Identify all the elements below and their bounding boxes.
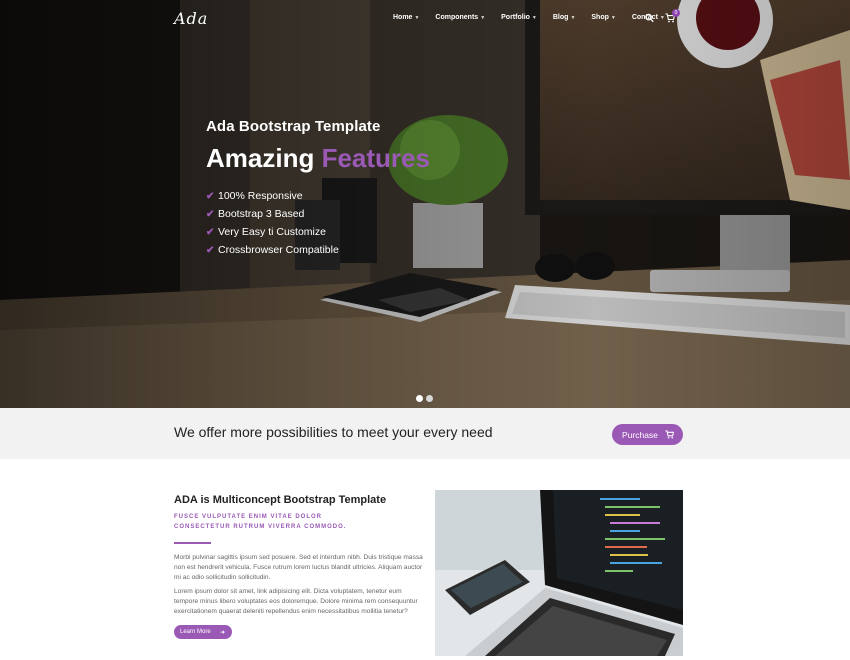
search-icon[interactable] — [645, 13, 654, 23]
main-menu: Home ▼ Components ▼ Portfolio ▼ Blog ▼ Shop ▼… — [393, 14, 681, 21]
hero-title-accent: Features — [321, 143, 430, 173]
laptop-code-image — [435, 490, 683, 656]
menu-item-label: Components — [435, 14, 479, 21]
feature-item: ✔ Very Easy ti Customize — [206, 223, 430, 241]
section-tagline: FUSCE VULPUTATE ENIM VITAE DOLOR CONSECT… — [174, 512, 424, 532]
call-to-action-band: We offer more possibilities to meet your… — [0, 408, 850, 459]
chevron-down-icon: ▼ — [610, 14, 616, 21]
section-title: ADA is Multiconcept Bootstrap Template — [174, 494, 387, 506]
paragraph: Morbi pulvinar sagittis ipsum sed posuer… — [174, 554, 423, 581]
chevron-down-icon: ▼ — [414, 14, 420, 21]
check-icon: ✔ — [206, 226, 215, 238]
hero-title-main: Amazing — [206, 143, 315, 173]
learn-more-label: Learn More — [180, 629, 211, 635]
hero-title: Amazing Features — [206, 143, 430, 174]
hero-subtitle: Ada Bootstrap Template — [206, 118, 381, 135]
feature-item: ✔ Bootstrap 3 Based — [206, 205, 430, 223]
menu-item-label: Portfolio — [501, 14, 530, 21]
top-navbar: Ada Home ▼ Components ▼ Portfolio ▼ Blog ▼ S… — [0, 0, 850, 38]
feature-item: ✔ 100% Responsive — [206, 187, 430, 205]
feature-item: ✔ Crossbrowser Compatible — [206, 241, 430, 259]
check-icon: ✔ — [206, 244, 215, 256]
menu-item-portfolio[interactable]: Portfolio ▼ — [501, 14, 537, 21]
menu-item-label: Blog — [552, 14, 569, 21]
menu-item-shop[interactable]: Shop ▼ — [591, 14, 615, 21]
menu-item-label: Shop — [591, 14, 609, 21]
slider-dot-2[interactable] — [426, 395, 433, 402]
arrow-right-icon: ➜ — [219, 629, 225, 636]
divider — [174, 542, 211, 544]
feature-label: Bootstrap 3 Based — [218, 208, 305, 220]
paragraph: Lorem ipsum dolor sit amet, link adipisi… — [174, 588, 418, 615]
feature-label: Very Easy ti Customize — [218, 226, 326, 238]
menu-item-components[interactable]: Components ▼ — [435, 14, 485, 21]
hero-slider: Ada Home ▼ Components ▼ Portfolio ▼ Blog ▼ S… — [0, 0, 850, 408]
feature-label: 100% Responsive — [218, 190, 303, 202]
check-icon: ✔ — [206, 190, 215, 202]
chevron-down-icon: ▼ — [531, 14, 537, 21]
slider-dot-1[interactable] — [416, 395, 423, 402]
intro-section: ADA is Multiconcept Bootstrap Template F… — [174, 494, 424, 639]
check-icon: ✔ — [206, 208, 215, 220]
purchase-button[interactable]: Purchase — [612, 424, 683, 445]
cart-count-badge: 0 — [672, 9, 680, 17]
cta-text: We offer more possibilities to meet your… — [174, 424, 493, 440]
feature-list: ✔ 100% Responsive ✔ Bootstrap 3 Based ✔ Ver… — [206, 187, 430, 259]
menu-item-home[interactable]: Home ▼ — [393, 14, 419, 21]
hero-caption: Ada Bootstrap Template Amazing Features … — [206, 118, 430, 259]
menu-item-blog[interactable]: Blog ▼ — [553, 14, 576, 21]
cart-icon — [665, 430, 674, 439]
chevron-down-icon: ▼ — [570, 14, 576, 21]
learn-more-button[interactable]: Learn More ➜ — [174, 625, 232, 639]
logo[interactable]: Ada — [174, 9, 208, 28]
tagline-line: CONSECTETUR RUTRUM VIVERRA COMMODO. — [174, 524, 347, 530]
chevron-down-icon: ▼ — [480, 14, 486, 21]
slider-pagination — [416, 395, 436, 402]
menu-item-label: Home — [393, 14, 413, 21]
purchase-button-label: Purchase — [622, 429, 658, 440]
tagline-line: FUSCE VULPUTATE ENIM VITAE DOLOR — [174, 514, 323, 520]
feature-label: Crossbrowser Compatible — [218, 244, 339, 256]
